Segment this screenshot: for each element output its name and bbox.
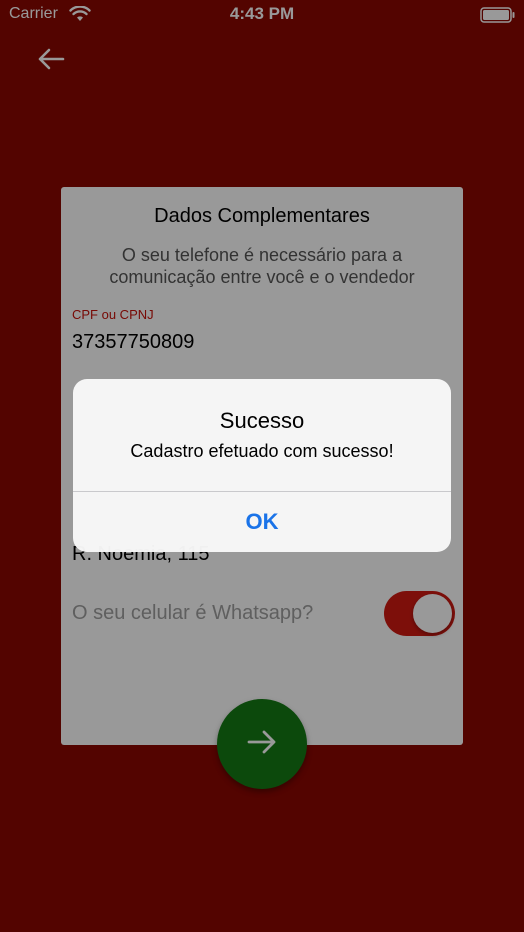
alert-message: Cadastro efetuado com sucesso! — [130, 441, 394, 461]
alert-title: Sucesso — [219, 408, 305, 433]
success-alert: Sucesso Cadastro efetuado com sucesso! O… — [73, 379, 451, 552]
alert-ok-button[interactable]: OK — [73, 492, 451, 552]
